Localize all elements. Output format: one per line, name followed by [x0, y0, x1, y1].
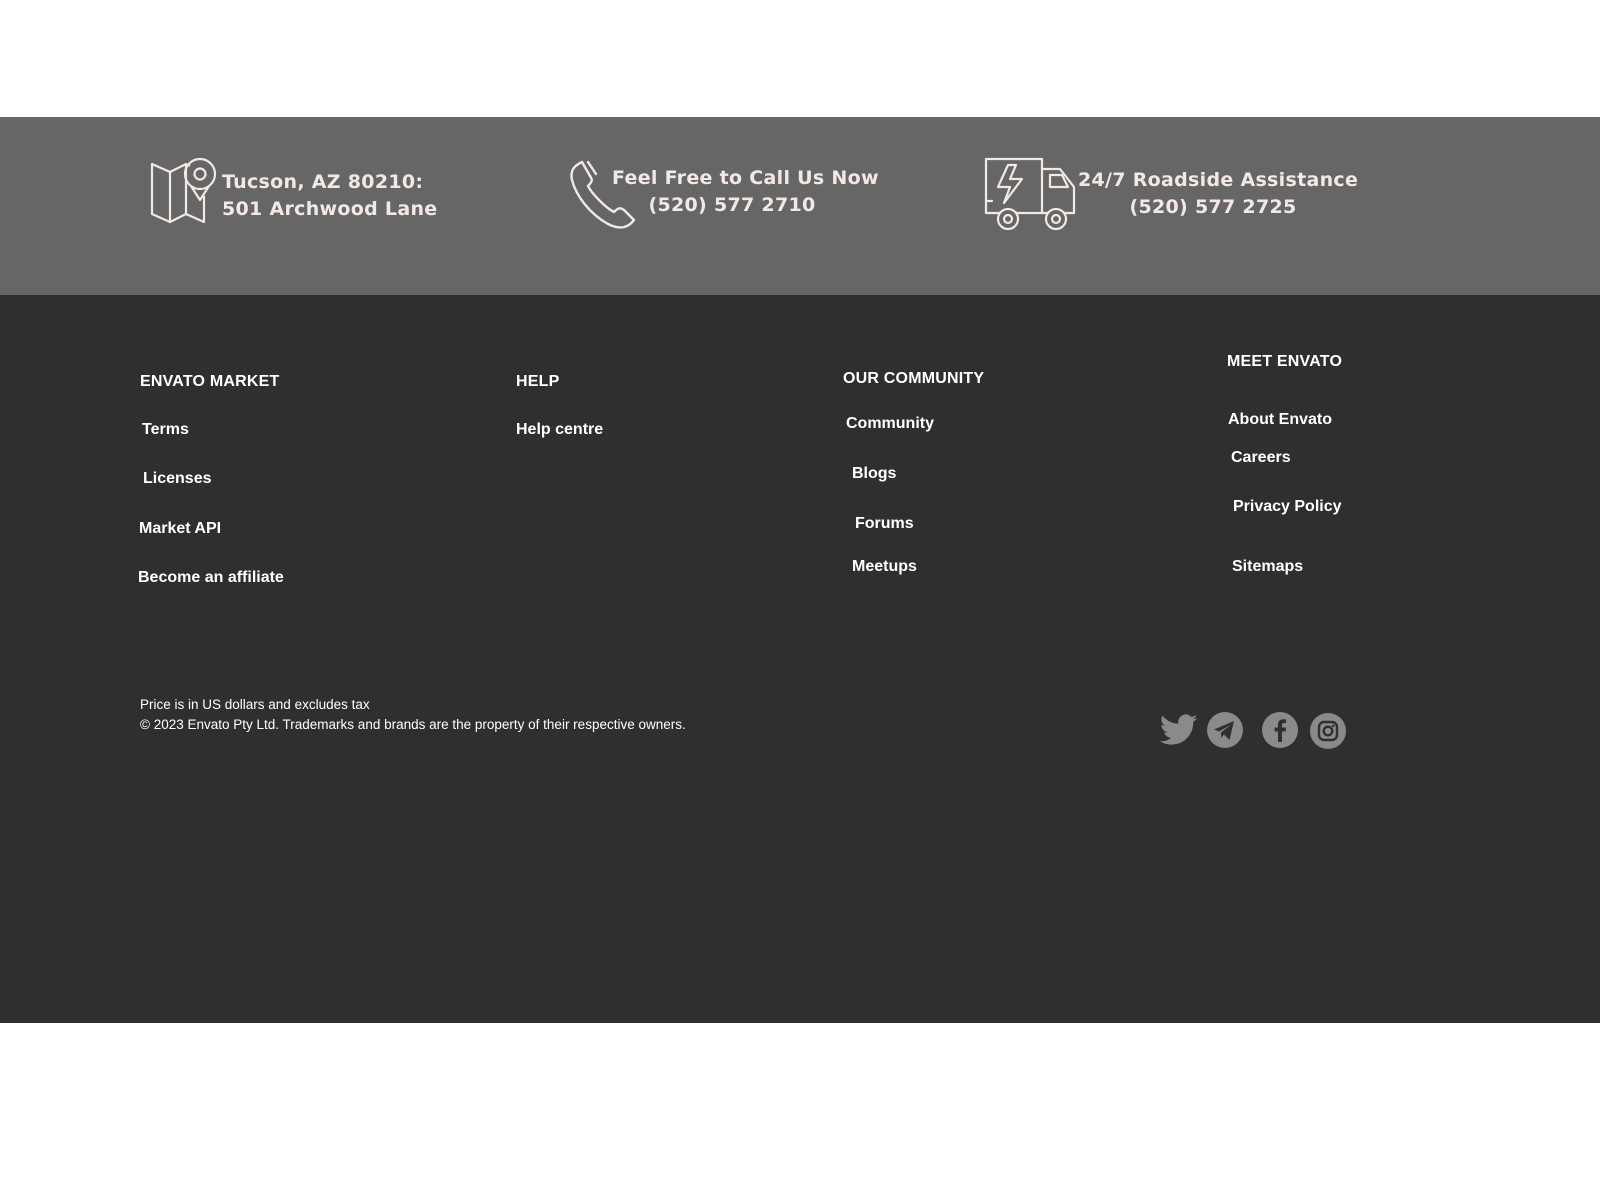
community-heading: OUR COMMUNITY — [843, 370, 985, 387]
envato-market-heading: ENVATO MARKET — [140, 373, 280, 390]
terms-link[interactable]: Terms — [142, 421, 189, 439]
facebook-icon[interactable] — [1261, 711, 1299, 749]
roadside-number[interactable]: (520) 577 2725 — [1078, 194, 1348, 221]
privacy-policy-link[interactable]: Privacy Policy — [1233, 498, 1342, 516]
help-centre-link[interactable]: Help centre — [516, 421, 603, 439]
licenses-link[interactable]: Licenses — [143, 470, 211, 488]
sitemaps-link[interactable]: Sitemaps — [1232, 558, 1303, 576]
address-line1: Tucson, AZ 80210: — [222, 171, 424, 193]
map-pin-icon — [150, 157, 217, 224]
telegram-icon[interactable] — [1206, 711, 1244, 749]
instagram-icon[interactable] — [1309, 712, 1347, 750]
careers-link[interactable]: Careers — [1231, 449, 1291, 467]
phone-number[interactable]: (520) 577 2710 — [612, 192, 852, 219]
meet-envato-heading: MEET ENVATO — [1227, 353, 1343, 370]
forums-link[interactable]: Forums — [855, 515, 914, 533]
legal-notice: Price is in US dollars and excludes tax … — [140, 695, 700, 735]
market-api-link[interactable]: Market API — [139, 520, 221, 538]
delivery-truck-icon — [984, 157, 1076, 231]
phone-line1: Feel Free to Call Us Now — [612, 167, 879, 189]
footer — [0, 295, 1600, 1023]
community-link[interactable]: Community — [846, 415, 934, 433]
address-line2: 501 Archwood Lane — [222, 198, 438, 220]
become-affiliate-link[interactable]: Become an affiliate — [138, 569, 284, 587]
meetups-link[interactable]: Meetups — [852, 558, 917, 576]
about-envato-link[interactable]: About Envato — [1228, 411, 1332, 429]
roadside-line1: 24/7 Roadside Assistance — [1078, 169, 1359, 191]
blogs-link[interactable]: Blogs — [852, 465, 896, 483]
help-heading: HELP — [516, 373, 560, 390]
copyright: © 2023 Envato Pty Ltd. Trademarks and br… — [140, 717, 686, 732]
price-note: Price is in US dollars and excludes tax — [140, 697, 370, 712]
twitter-icon[interactable] — [1160, 713, 1198, 747]
